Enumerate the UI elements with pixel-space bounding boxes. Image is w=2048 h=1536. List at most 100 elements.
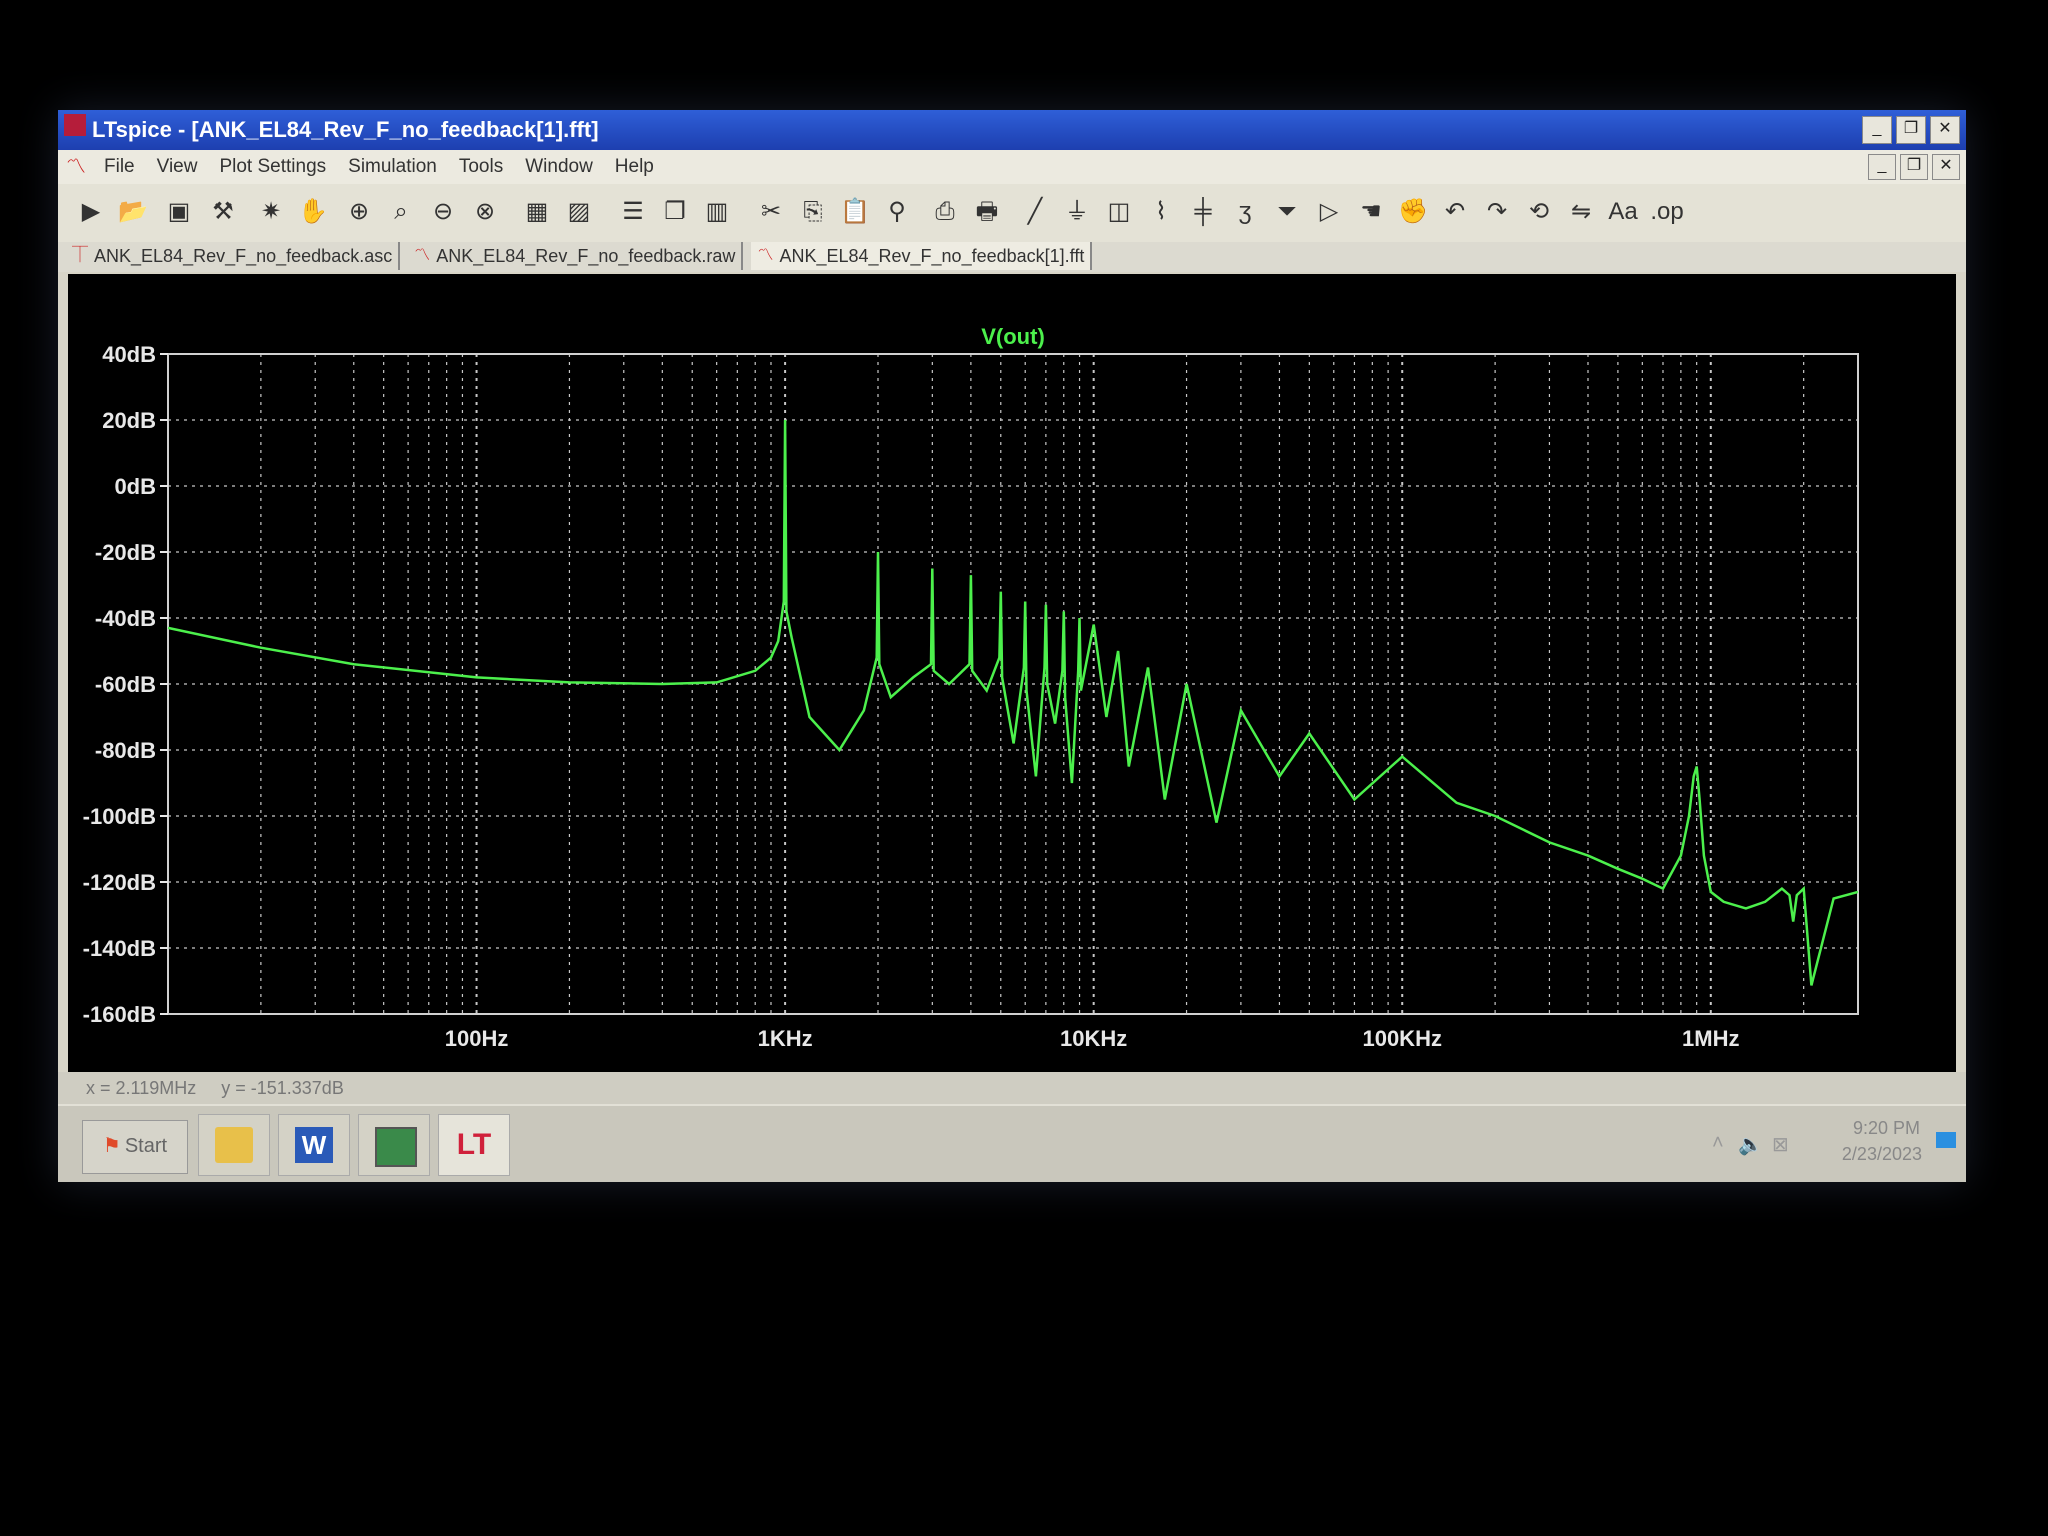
zoom-out-icon[interactable]: ⊖ bbox=[426, 194, 460, 230]
x-axis-ticks: 100Hz 1KHz 10KHz 100KHz 1MHz bbox=[445, 1026, 1740, 1051]
menu-plot-settings[interactable]: Plot Settings bbox=[219, 150, 326, 184]
start-button[interactable]: ⚑ Start bbox=[82, 1120, 188, 1174]
show-hidden-icons-icon[interactable]: ˄ bbox=[1712, 1132, 1724, 1155]
zoom-fit-icon[interactable]: ⌕ bbox=[384, 194, 418, 230]
cursor-y-readout: y = -151.337dB bbox=[221, 1078, 344, 1098]
tile-vertical-icon[interactable]: ▥ bbox=[700, 194, 734, 230]
status-bar: x = 2.119MHz y = -151.337dB bbox=[58, 1072, 1966, 1104]
word-icon[interactable]: W bbox=[278, 1114, 350, 1176]
x-tick-label: 10KHz bbox=[1060, 1026, 1127, 1051]
plot-grid bbox=[168, 354, 1858, 1014]
paste-icon[interactable]: 📋 bbox=[838, 194, 872, 230]
show-desktop-button[interactable] bbox=[1936, 1132, 1956, 1148]
trace-label-v-out[interactable]: V(out) bbox=[981, 324, 1045, 349]
menu-simulation[interactable]: Simulation bbox=[348, 150, 437, 184]
doc-close-button[interactable]: ✕ bbox=[1932, 154, 1960, 180]
y-tick-label: 40dB bbox=[102, 342, 156, 367]
spice-directive-icon[interactable]: .op bbox=[1650, 194, 1684, 230]
ground-icon[interactable]: ⏚ bbox=[1060, 194, 1094, 230]
document-tabs: ⏉ ANK_EL84_Rev_F_no_feedback.asc 〽 ANK_E… bbox=[58, 242, 1966, 272]
system-tray: ˄ 🔈 ⊠ 9:20 PM 2/23/2023 bbox=[1706, 1106, 1966, 1182]
monitor-app-icon[interactable] bbox=[358, 1114, 430, 1176]
wire-icon[interactable]: ╱ bbox=[1018, 194, 1052, 230]
menu-window[interactable]: Window bbox=[525, 150, 593, 184]
schematic-icon: ⏉ bbox=[72, 247, 89, 264]
volume-icon[interactable]: 🔈 bbox=[1738, 1132, 1763, 1157]
y-axis-ticks: 40dB 20dB 0dB -20dB -40dB -60dB -80dB -100dB -12… bbox=[83, 342, 168, 1027]
halt-icon[interactable]: ✷ bbox=[254, 194, 288, 230]
window-title: LTspice - [ANK_EL84_Rev_F_no_feedback[1]… bbox=[92, 117, 599, 142]
fft-plot[interactable]: 40dB 20dB 0dB -20dB -40dB -60dB -80dB -100dB -12… bbox=[68, 274, 1956, 1072]
y-tick-label: 20dB bbox=[102, 408, 156, 433]
y-tick-label: -160dB bbox=[83, 1002, 156, 1027]
undo-icon[interactable]: ↶ bbox=[1438, 194, 1472, 230]
capacitor-icon[interactable]: ╪ bbox=[1186, 194, 1220, 230]
title-bar: LTspice - [ANK_EL84_Rev_F_no_feedback[1]… bbox=[58, 110, 1966, 150]
start-label: Start bbox=[124, 1135, 168, 1157]
document-waveform-icon[interactable]: 〽 bbox=[66, 156, 92, 178]
clock-time[interactable]: 9:20 PM bbox=[1853, 1118, 1920, 1139]
waveform-plot-pane[interactable]: 40dB 20dB 0dB -20dB -40dB -60dB -80dB -100dB -12… bbox=[68, 274, 1956, 1182]
y-tick-label: -80dB bbox=[95, 738, 156, 763]
inductor-icon[interactable]: ʒ bbox=[1228, 194, 1262, 230]
diode-icon[interactable]: ⏷ bbox=[1270, 194, 1304, 230]
control-panel-icon[interactable]: ⚒ bbox=[206, 194, 240, 230]
tab-schematic[interactable]: ⏉ ANK_EL84_Rev_F_no_feedback.asc bbox=[66, 242, 401, 270]
toolbar: ▶ 📂 ▣ ⚒ ✷ ✋ ⊕ ⌕ ⊖ ⊗ ▦ ▨ ☰ ❐ ▥ ✂ ⎘ 📋 ⚲ ⎙ … bbox=[58, 184, 1966, 243]
text-icon[interactable]: Aa bbox=[1606, 194, 1640, 230]
move-icon[interactable]: ☚ bbox=[1354, 194, 1388, 230]
copy-icon[interactable]: ⎘ bbox=[796, 194, 830, 230]
y-tick-label: -140dB bbox=[83, 936, 156, 961]
tab-raw[interactable]: 〽 ANK_EL84_Rev_F_no_feedback.raw bbox=[408, 242, 744, 270]
tab-label: ANK_EL84_Rev_F_no_feedback.raw bbox=[436, 246, 736, 266]
menu-help[interactable]: Help bbox=[615, 150, 654, 184]
zoom-area-icon[interactable]: ▨ bbox=[562, 194, 596, 230]
ltspice-app-icon[interactable] bbox=[64, 114, 86, 136]
tile-horizontal-icon[interactable]: ☰ bbox=[616, 194, 650, 230]
doc-restore-button[interactable]: ❐ bbox=[1900, 154, 1928, 180]
file-explorer-icon[interactable] bbox=[198, 1114, 270, 1176]
taskbar: ⚑ Start W LT ˄ 🔈 ⊠ 9:20 PM 2/23/2023 bbox=[58, 1104, 1966, 1182]
menu-view[interactable]: View bbox=[157, 150, 198, 184]
tab-label: ANK_EL84_Rev_F_no_feedback[1].fft bbox=[779, 246, 1085, 266]
y-tick-label: -40dB bbox=[95, 606, 156, 631]
network-error-icon[interactable]: ⊠ bbox=[1772, 1132, 1789, 1157]
ltspice-icon[interactable]: LT bbox=[438, 1114, 510, 1176]
y-tick-label: -100dB bbox=[83, 804, 156, 829]
component-icon[interactable]: ▷ bbox=[1312, 194, 1346, 230]
mirror-icon[interactable]: ⇋ bbox=[1564, 194, 1598, 230]
rotate-icon[interactable]: ⟲ bbox=[1522, 194, 1556, 230]
cursor-x-readout: x = 2.119MHz bbox=[86, 1078, 197, 1098]
tab-label: ANK_EL84_Rev_F_no_feedback.asc bbox=[94, 246, 393, 266]
y-tick-label: -20dB bbox=[95, 540, 156, 565]
label-icon[interactable]: ◫ bbox=[1102, 194, 1136, 230]
find-icon[interactable]: ⚲ bbox=[880, 194, 914, 230]
restore-button[interactable]: ❐ bbox=[1896, 116, 1926, 144]
drag-icon[interactable]: ✊ bbox=[1396, 194, 1430, 230]
print-icon[interactable]: 🖶 bbox=[970, 194, 1004, 230]
redo-icon[interactable]: ↷ bbox=[1480, 194, 1514, 230]
cut-icon[interactable]: ✂ bbox=[754, 194, 788, 230]
doc-minimize-button[interactable]: _ bbox=[1868, 154, 1896, 180]
open-icon[interactable]: 📂 bbox=[116, 194, 150, 230]
close-button[interactable]: ✕ bbox=[1930, 116, 1960, 144]
run-icon[interactable]: ▶ bbox=[74, 194, 108, 230]
zoom-in-icon[interactable]: ⊕ bbox=[342, 194, 376, 230]
x-tick-label: 1MHz bbox=[1682, 1026, 1739, 1051]
x-tick-label: 1KHz bbox=[758, 1026, 813, 1051]
print-preview-icon[interactable]: ⎙ bbox=[928, 194, 962, 230]
resistor-icon[interactable]: ⌇ bbox=[1144, 194, 1178, 230]
waveform-icon: 〽 bbox=[757, 247, 774, 264]
minimize-button[interactable]: _ bbox=[1862, 116, 1892, 144]
autorange-icon[interactable]: ▦ bbox=[520, 194, 554, 230]
menu-file[interactable]: File bbox=[104, 150, 135, 184]
menu-bar: 〽 File View Plot Settings Simulation Too… bbox=[58, 150, 1966, 184]
tab-fft[interactable]: 〽 ANK_EL84_Rev_F_no_feedback[1].fft bbox=[751, 242, 1093, 270]
save-icon[interactable]: ▣ bbox=[162, 194, 196, 230]
menu-tools[interactable]: Tools bbox=[459, 150, 503, 184]
pan-icon[interactable]: ✋ bbox=[296, 194, 330, 230]
clock-date[interactable]: 2/23/2023 bbox=[1842, 1144, 1922, 1165]
cascade-icon[interactable]: ❐ bbox=[658, 194, 692, 230]
zoom-cancel-icon[interactable]: ⊗ bbox=[468, 194, 502, 230]
waveform-icon: 〽 bbox=[414, 247, 431, 264]
